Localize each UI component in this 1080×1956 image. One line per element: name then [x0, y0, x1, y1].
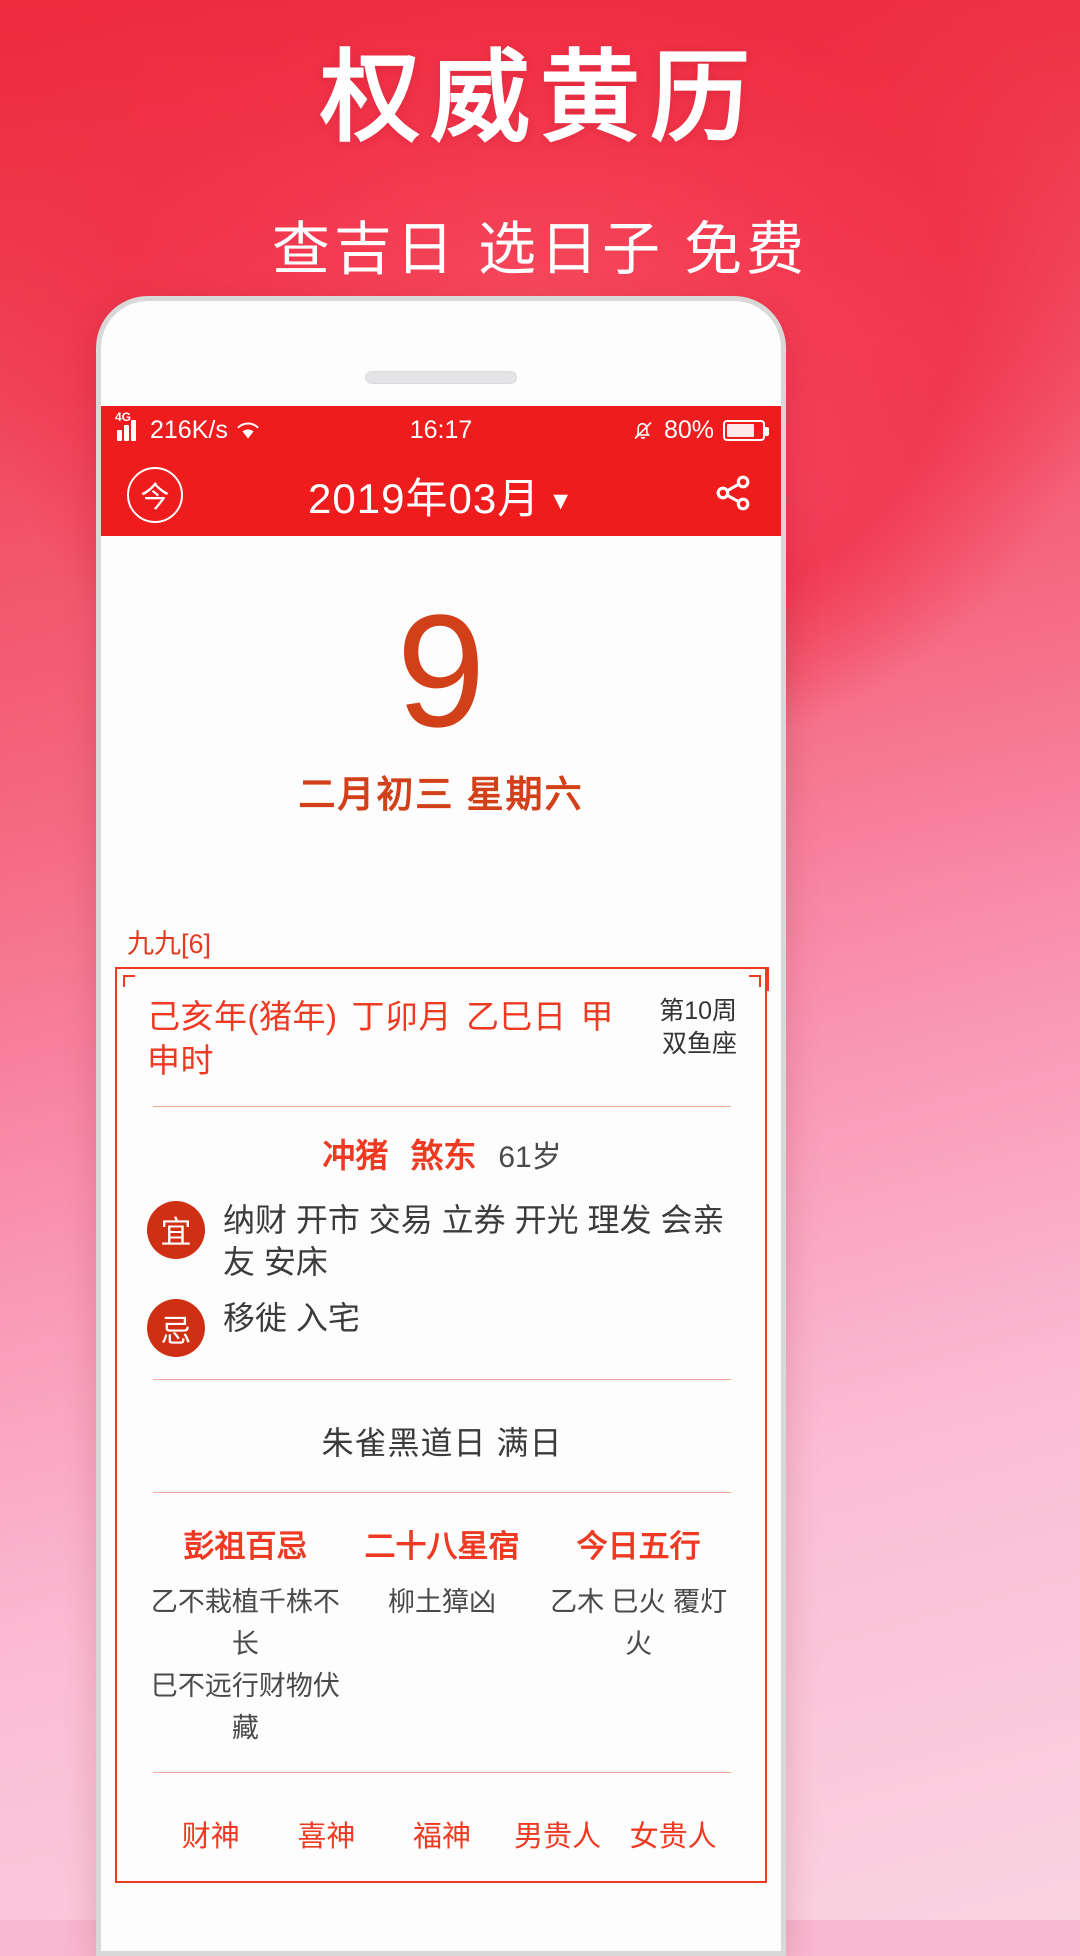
promo-subtitle: 查吉日 选日子 免费: [271, 217, 809, 282]
battery-percent-label: 80%: [663, 415, 714, 444]
sha-label: 煞东: [410, 1136, 477, 1174]
column-line: 柳土獐凶: [388, 1587, 496, 1618]
share-button[interactable]: [711, 471, 755, 520]
god-caishen[interactable]: 财神: [153, 1813, 269, 1855]
signal-bars-icon: 4G: [115, 410, 143, 441]
divider: [153, 1492, 731, 1494]
age-label: 61岁: [498, 1140, 562, 1174]
week-of-year-label: 第10周: [659, 996, 737, 1025]
week-zodiac-block: 第10周 双鱼座: [659, 995, 737, 1063]
column-body: 乙木 巳火 覆灯火: [540, 1582, 737, 1666]
column-title: 二十八星宿: [364, 1529, 520, 1565]
yiji-section: 宜 纳财 开市 交易 立券 开光 理发 会亲友 安床 忌 移徙 入宅: [147, 1199, 737, 1358]
huangdao-label: 朱雀黑道日 满日: [321, 1425, 563, 1462]
today-button-label: 今: [140, 482, 170, 514]
ji-row[interactable]: 忌 移徙 入宅: [147, 1297, 737, 1358]
ganzhi-day: 乙巳日: [465, 997, 567, 1035]
ganzhi-text: 己亥年(猪年) 丁卯月 乙巳日 甲申时: [147, 995, 645, 1084]
column-body: 柳土獐凶: [344, 1582, 541, 1624]
bell-mute-icon: [634, 421, 652, 440]
status-bar-right: 80%: [631, 415, 769, 445]
network-type-label: 4G: [115, 410, 132, 424]
day-number: 9: [396, 581, 486, 760]
card-corner-top-left: [115, 966, 139, 991]
column-title: 今日五行: [576, 1529, 701, 1565]
god-fushen[interactable]: 福神: [384, 1813, 500, 1855]
network-speed-label: 216K/s: [150, 415, 228, 444]
almanac-card: 己亥年(猪年)丁卯月乙巳日甲申时 第10周 双鱼座 冲猪煞东61岁 宜: [115, 966, 769, 1883]
ganzhi-year: 己亥年(猪年): [147, 997, 338, 1035]
phone-mockup: 4G 216K/s 16:17 80% 今 2019年03月 ▼ 9 二月初三 …: [96, 296, 786, 1956]
month-selector-label: 2019年03月: [308, 474, 541, 522]
god-nanguiren[interactable]: 男贵人: [500, 1813, 616, 1855]
card-right-edge: [765, 968, 767, 1881]
divider: [153, 1105, 731, 1107]
column-wuxing[interactable]: 今日五行 乙木 巳火 覆灯火: [540, 1521, 737, 1749]
almanac-three-columns: 彭祖百忌 乙不栽植千株不长 巳不远行财物伏藏 二十八星宿 柳土獐凶 今日五行 乙…: [147, 1515, 737, 1749]
divider: [153, 1379, 731, 1381]
jiujiu-label: 九九[6]: [127, 928, 212, 959]
today-button[interactable]: 今: [127, 467, 183, 523]
column-line: 乙不栽植千株不长: [150, 1587, 340, 1659]
ji-text: 移徙 入宅: [223, 1300, 360, 1337]
lucky-gods-row: 财神 喜神 福神 男贵人 女贵人: [147, 1795, 737, 1871]
column-line: 巳不远行财物伏藏: [150, 1670, 340, 1743]
column-pengzu[interactable]: 彭祖百忌 乙不栽植千株不长 巳不远行财物伏藏: [147, 1521, 344, 1749]
status-bar: 4G 216K/s 16:17 80%: [101, 406, 781, 454]
yi-row[interactable]: 宜 纳财 开市 交易 立券 开光 理发 会亲友 安床: [147, 1199, 737, 1283]
god-nvguiren[interactable]: 女贵人: [615, 1813, 731, 1855]
big-date-block: 9 二月初三 星期六: [101, 536, 781, 818]
chongsha-row: 冲猪 煞东 61岁: [147, 1129, 737, 1177]
chevron-down-icon: ▼: [548, 486, 574, 515]
lunar-weekday-label: 二月初三 星期六: [298, 773, 584, 815]
chong-label: 冲猪: [322, 1136, 389, 1174]
god-xishen[interactable]: 喜神: [269, 1813, 385, 1855]
phone-earpiece-speaker: [365, 371, 517, 384]
promo-text-block: 权威黄历 查吉日 选日子 免费: [0, 0, 1080, 286]
yi-badge: 宜: [147, 1200, 205, 1259]
divider: [153, 1771, 731, 1773]
wifi-icon: [237, 422, 259, 439]
yi-text: 纳财 开市 交易 立券 开光 理发 会亲友 安床: [223, 1201, 725, 1280]
battery-icon: [723, 419, 769, 441]
column-body: 乙不栽植千株不长 巳不远行财物伏藏: [147, 1582, 344, 1749]
column-title: 彭祖百忌: [183, 1529, 308, 1565]
app-header-bar: 今 2019年03月 ▼: [101, 454, 781, 536]
ji-badge: 忌: [147, 1299, 205, 1358]
almanac-card-wrapper: 己亥年(猪年)丁卯月乙巳日甲申时 第10周 双鱼座 冲猪煞东61岁 宜: [115, 966, 769, 1883]
zodiac-sign-label: 双鱼座: [661, 1030, 737, 1059]
column-xingxiu[interactable]: 二十八星宿 柳土獐凶: [344, 1521, 541, 1749]
month-selector[interactable]: 2019年03月 ▼: [101, 465, 781, 526]
ganzhi-row: 己亥年(猪年) 丁卯月 乙巳日 甲申时 第10周 双鱼座: [147, 995, 737, 1084]
status-bar-left: 4G 216K/s: [115, 410, 261, 445]
share-icon: [716, 475, 750, 510]
ganzhi-month: 丁卯月: [351, 997, 452, 1035]
column-line: 乙木 巳火 覆灯火: [550, 1587, 728, 1659]
promo-title: 权威黄历: [320, 42, 760, 154]
